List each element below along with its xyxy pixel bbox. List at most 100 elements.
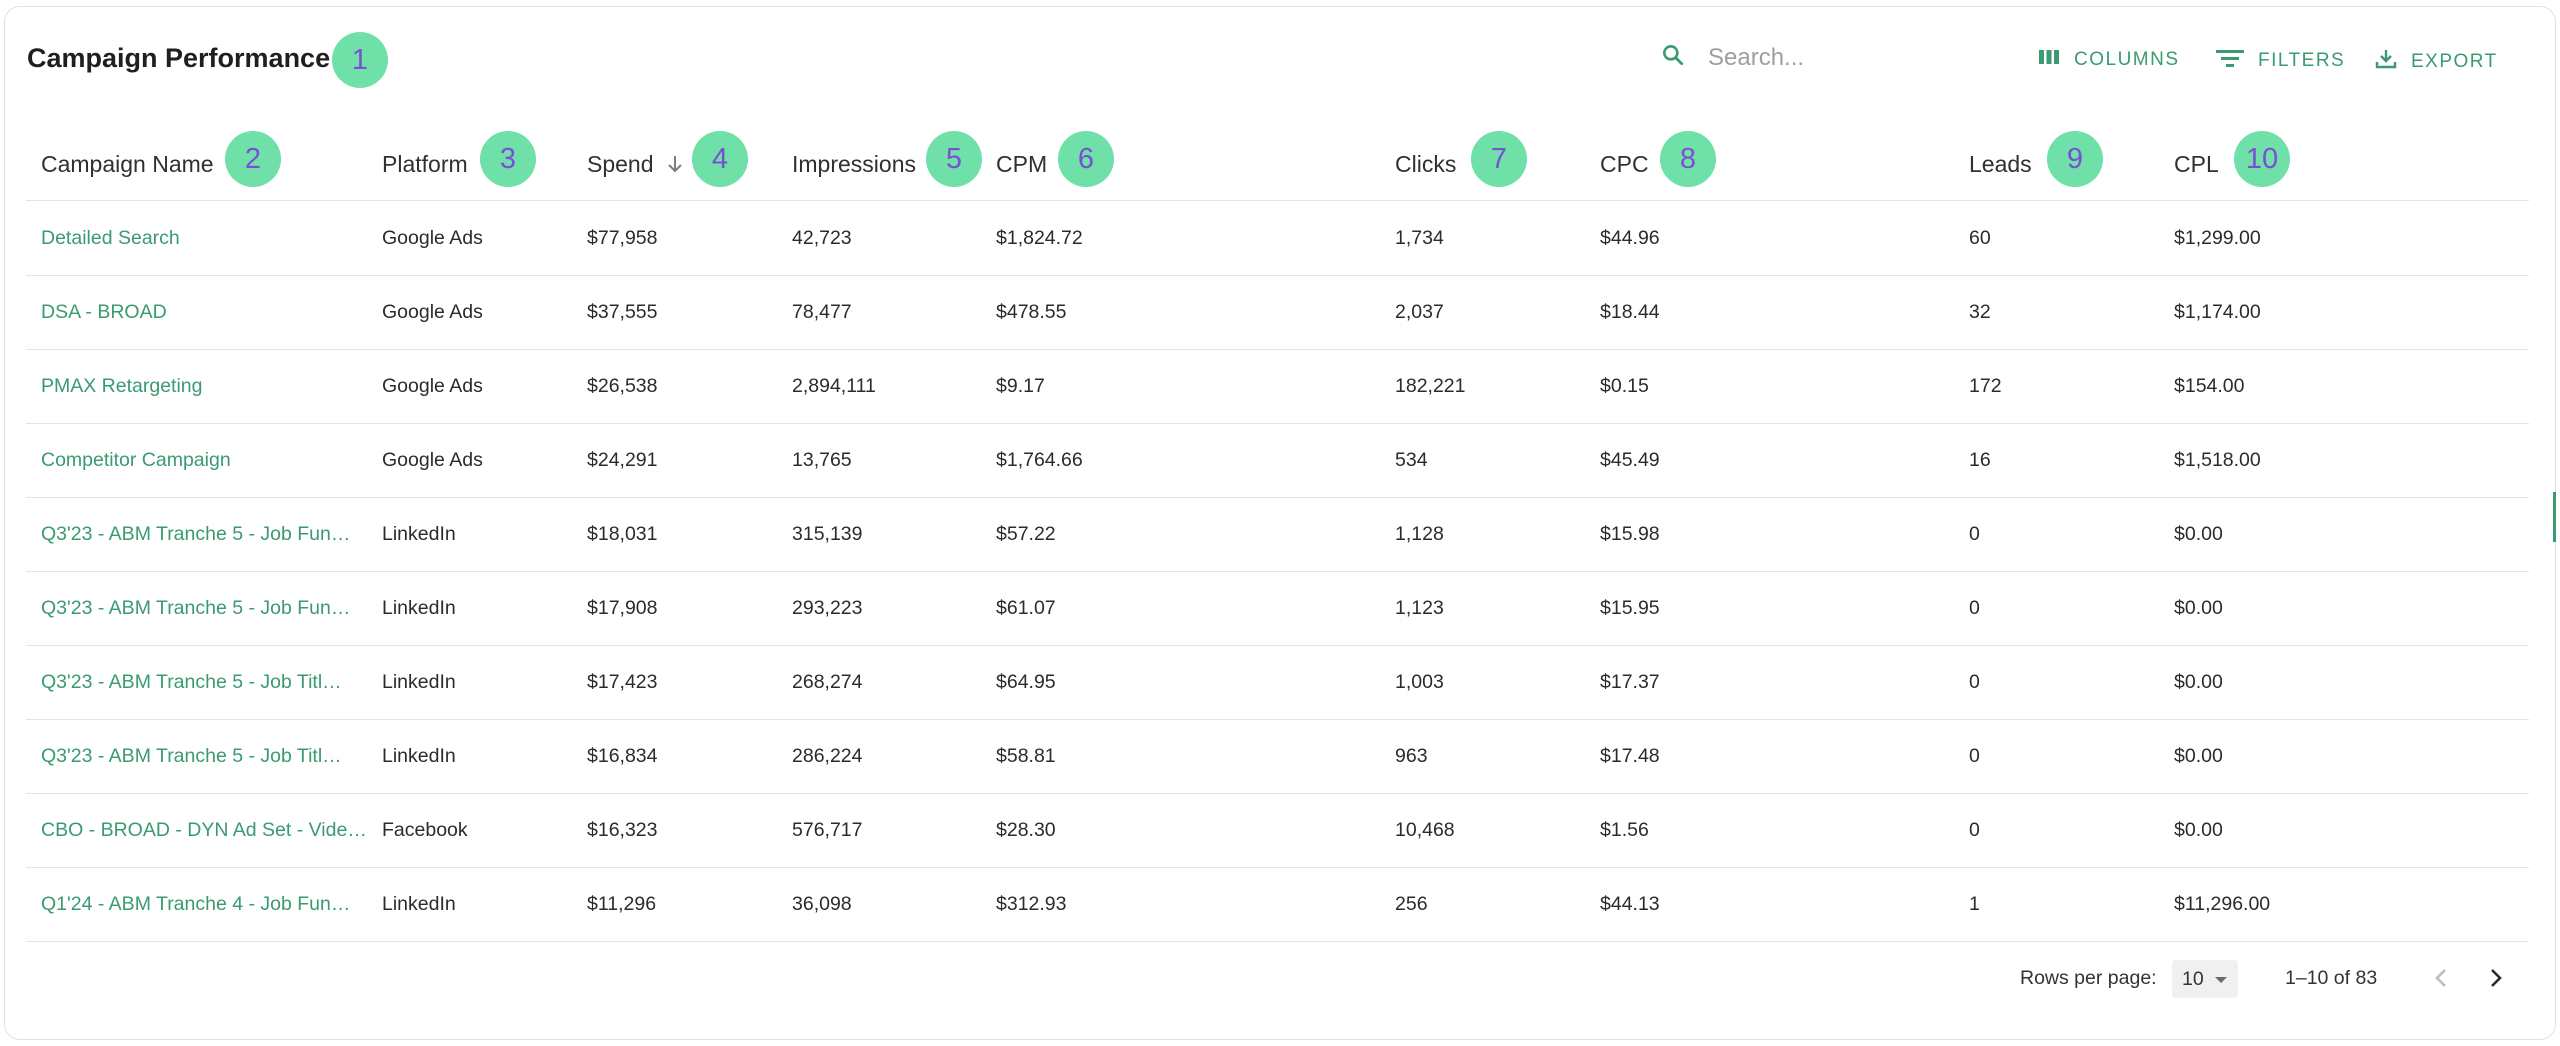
- previous-page-button[interactable]: [2421, 960, 2461, 1000]
- column-header-label: Clicks: [1395, 150, 1457, 177]
- filters-button-label: FILTERS: [2258, 50, 2346, 71]
- cpc-cell: $44.13: [1600, 892, 1660, 915]
- column-header-platform[interactable]: Platform: [382, 128, 468, 200]
- campaign-name-link[interactable]: Q3'23 - ABM Tranche 5 - Job Titl…: [41, 645, 342, 719]
- search-input[interactable]: [1706, 42, 1960, 73]
- platform-cell: Google Ads: [382, 300, 483, 323]
- annotation-badge-8: 8: [1660, 131, 1716, 187]
- impressions-cell: 268,274: [792, 670, 863, 693]
- annotation-badge-6: 6: [1058, 131, 1114, 187]
- view-columns-icon: [2038, 48, 2060, 72]
- cpm-cell: $1,764.66: [996, 448, 1083, 471]
- campaign-name-link[interactable]: Q3'23 - ABM Tranche 5 - Job Fun…: [41, 571, 350, 645]
- table-row[interactable]: Competitor Campaign Google Ads $24,291 13,7…: [26, 423, 2529, 498]
- cpm-cell: $478.55: [996, 300, 1067, 323]
- cpl-cell: $1,518.00: [2174, 448, 2261, 471]
- pagination-range: 1–10 of 83: [2285, 966, 2378, 989]
- table-header-row: Campaign Name Platform Spend Impressions…: [26, 128, 2529, 201]
- search-icon: [1660, 42, 1686, 73]
- chevron-right-icon: [2488, 967, 2504, 994]
- campaign-name-link[interactable]: PMAX Retargeting: [41, 349, 203, 423]
- table-row[interactable]: Q3'23 - ABM Tranche 5 - Job Fun… LinkedIn…: [26, 571, 2529, 646]
- column-header-spend[interactable]: Spend: [587, 128, 684, 200]
- filter-list-icon: [2216, 48, 2244, 74]
- column-header-impressions[interactable]: Impressions: [792, 128, 916, 200]
- cpc-cell: $17.37: [1600, 670, 1660, 693]
- column-header-label: Campaign Name: [41, 150, 214, 177]
- spend-cell: $16,834: [587, 744, 658, 767]
- table-row[interactable]: Q1'24 - ABM Tranche 4 - Job Fun… LinkedIn…: [26, 867, 2529, 942]
- platform-cell: Google Ads: [382, 448, 483, 471]
- column-header-clicks[interactable]: Clicks: [1395, 128, 1456, 200]
- cpl-cell: $0.00: [2174, 670, 2223, 693]
- platform-cell: LinkedIn: [382, 892, 456, 915]
- chevron-left-icon: [2433, 967, 2449, 994]
- cpm-cell: $64.95: [996, 670, 1056, 693]
- column-header-leads[interactable]: Leads: [1969, 128, 2032, 200]
- cpm-cell: $57.22: [996, 522, 1056, 545]
- impressions-cell: 36,098: [792, 892, 852, 915]
- cpl-cell: $1,174.00: [2174, 300, 2261, 323]
- table-row[interactable]: PMAX Retargeting Google Ads $26,538 2,894,1…: [26, 349, 2529, 424]
- campaign-name-link[interactable]: Q1'24 - ABM Tranche 4 - Job Fun…: [41, 867, 350, 941]
- clicks-cell: 182,221: [1395, 374, 1466, 397]
- spend-cell: $26,538: [587, 374, 658, 397]
- table-row[interactable]: Q3'23 - ABM Tranche 5 - Job Titl… LinkedI…: [26, 645, 2529, 720]
- rows-per-page-select[interactable]: 10: [2172, 960, 2238, 998]
- column-header-cpm[interactable]: CPM: [996, 128, 1047, 200]
- column-header-label: CPL: [2174, 150, 2219, 177]
- campaign-name-link[interactable]: Detailed Search: [41, 201, 180, 275]
- impressions-cell: 78,477: [792, 300, 852, 323]
- leads-cell: 0: [1969, 744, 1980, 767]
- filters-button[interactable]: FILTERS: [2216, 48, 2345, 74]
- cpc-cell: $15.98: [1600, 522, 1660, 545]
- campaign-name-link[interactable]: Q3'23 - ABM Tranche 5 - Job Fun…: [41, 497, 350, 571]
- annotation-badge-7: 7: [1471, 131, 1527, 187]
- cpl-cell: $154.00: [2174, 374, 2245, 397]
- campaign-name-link[interactable]: DSA - BROAD: [41, 275, 167, 349]
- table-row[interactable]: Q3'23 - ABM Tranche 5 - Job Titl… LinkedI…: [26, 719, 2529, 794]
- column-header-label: Impressions: [792, 150, 916, 177]
- arrow-down-icon[interactable]: [666, 154, 684, 174]
- spend-cell: $24,291: [587, 448, 658, 471]
- leads-cell: 0: [1969, 670, 1980, 693]
- platform-cell: Facebook: [382, 818, 468, 841]
- cpl-cell: $1,299.00: [2174, 226, 2261, 249]
- leads-cell: 60: [1969, 226, 1991, 249]
- leads-cell: 0: [1969, 818, 1980, 841]
- table-row[interactable]: Detailed Search Google Ads $77,958 42,723 $1…: [26, 201, 2529, 276]
- clicks-cell: 963: [1395, 744, 1428, 767]
- cpm-cell: $58.81: [996, 744, 1056, 767]
- table-row[interactable]: DSA - BROAD Google Ads $37,555 78,477 $478.5…: [26, 275, 2529, 350]
- cpm-cell: $61.07: [996, 596, 1056, 619]
- cpc-cell: $15.95: [1600, 596, 1660, 619]
- clicks-cell: 1,003: [1395, 670, 1444, 693]
- column-header-cpc[interactable]: CPC: [1600, 128, 1649, 200]
- rows-per-page-label: Rows per page:: [2020, 966, 2157, 989]
- column-header-cpl[interactable]: CPL: [2174, 128, 2219, 200]
- spend-cell: $16,323: [587, 818, 658, 841]
- leads-cell: 1: [1969, 892, 1980, 915]
- campaign-name-link[interactable]: Q3'23 - ABM Tranche 5 - Job Titl…: [41, 719, 342, 793]
- cpl-cell: $0.00: [2174, 522, 2223, 545]
- campaign-name-link[interactable]: CBO - BROAD - DYN Ad Set - Vide…: [41, 793, 367, 867]
- spend-cell: $17,908: [587, 596, 658, 619]
- platform-cell: LinkedIn: [382, 522, 456, 545]
- impressions-cell: 13,765: [792, 448, 852, 471]
- spend-cell: $77,958: [587, 226, 658, 249]
- scroll-indicator[interactable]: [2553, 492, 2556, 542]
- search-box[interactable]: [1660, 42, 1960, 73]
- spend-cell: $11,296: [587, 892, 657, 915]
- clicks-cell: 10,468: [1395, 818, 1455, 841]
- table-row[interactable]: CBO - BROAD - DYN Ad Set - Vide… Facebook…: [26, 793, 2529, 868]
- leads-cell: 0: [1969, 596, 1980, 619]
- table-row[interactable]: Q3'23 - ABM Tranche 5 - Job Fun… LinkedIn…: [26, 497, 2529, 572]
- platform-cell: Google Ads: [382, 374, 483, 397]
- leads-cell: 0: [1969, 522, 1980, 545]
- rows-per-page-value: 10: [2182, 967, 2204, 990]
- export-button[interactable]: EXPORT: [2375, 48, 2498, 76]
- next-page-button[interactable]: [2476, 960, 2516, 1000]
- columns-button[interactable]: COLUMNS: [2038, 48, 2180, 72]
- campaign-name-link[interactable]: Competitor Campaign: [41, 423, 231, 497]
- column-header-campaign-name[interactable]: Campaign Name: [41, 128, 214, 200]
